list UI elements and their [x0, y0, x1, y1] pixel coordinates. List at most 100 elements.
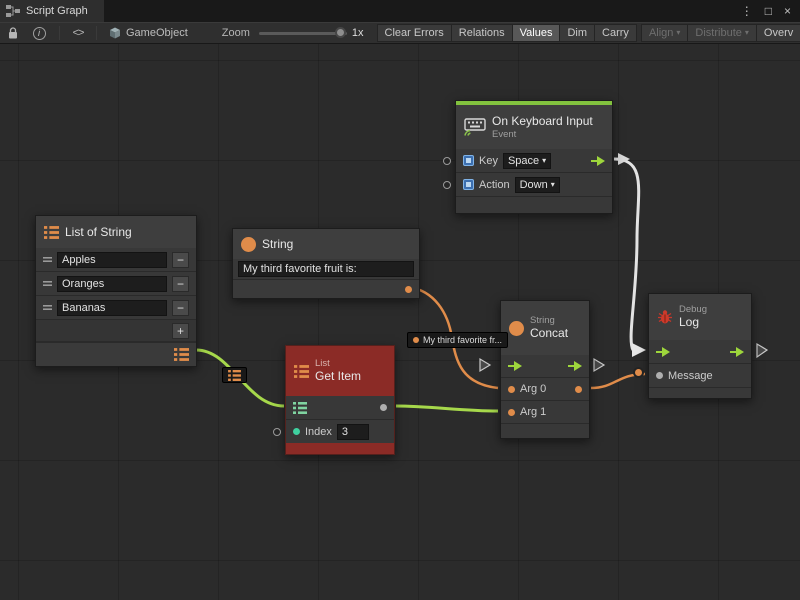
- message-input-port[interactable]: [656, 372, 663, 379]
- index-type-dot: [293, 428, 300, 435]
- values-label: Values: [520, 27, 553, 39]
- graph-canvas[interactable]: My third favorite fr... List of String A…: [0, 44, 800, 600]
- error-strip: [286, 443, 394, 454]
- target-object-field[interactable]: GameObject: [109, 27, 188, 39]
- getitem-node-header[interactable]: List Get Item: [286, 346, 394, 396]
- log-flow-out-indicator: [757, 344, 767, 357]
- node-log[interactable]: Debug Log Message: [648, 293, 752, 399]
- clear-errors-button[interactable]: Clear Errors: [377, 24, 452, 42]
- key-dropdown-value: Space: [508, 155, 539, 167]
- drag-handle-icon[interactable]: [43, 304, 52, 311]
- index-row: Index 3: [286, 420, 394, 443]
- list-input-port[interactable]: [293, 402, 307, 414]
- string-type-dot: [413, 337, 419, 343]
- message-row: Message: [649, 364, 751, 387]
- flow-output-port[interactable]: [591, 156, 605, 166]
- chevron-down-icon: ▾: [542, 157, 546, 165]
- arg1-row: Arg 1: [501, 401, 589, 423]
- node-get-item[interactable]: List Get Item Index 3: [285, 345, 395, 455]
- keyboard-icon: [464, 118, 486, 136]
- node-category: Debug: [679, 304, 707, 316]
- list-output-port[interactable]: [174, 348, 189, 361]
- wire-keyboard-to-log[interactable]: [614, 159, 639, 350]
- maximize-icon[interactable]: □: [765, 5, 772, 17]
- flow-input-port[interactable]: [656, 347, 670, 357]
- remove-item-button[interactable]: −: [172, 276, 189, 292]
- string-node-header[interactable]: String: [233, 229, 419, 259]
- add-item-button[interactable]: +: [172, 323, 189, 339]
- action-dropdown[interactable]: Down ▾: [515, 177, 560, 193]
- drag-handle-icon[interactable]: [43, 280, 52, 287]
- node-title: Concat: [530, 326, 568, 341]
- titlebar-drag-area[interactable]: [104, 0, 741, 22]
- distribute-dropdown[interactable]: Distribute ▾: [687, 24, 756, 42]
- arg1-input-port[interactable]: [508, 409, 515, 416]
- string-value-input[interactable]: My third favorite fruit is:: [238, 261, 414, 277]
- index-label: Index: [305, 426, 332, 438]
- key-dropdown[interactable]: Space ▾: [503, 153, 551, 169]
- list-icon: [44, 226, 59, 239]
- zoom-slider[interactable]: [259, 23, 347, 43]
- window-menu-icon[interactable]: ⋮: [741, 5, 753, 17]
- action-input-port[interactable]: [443, 181, 451, 189]
- info-icon: i: [33, 27, 46, 40]
- concat-node-header[interactable]: String Concat: [501, 301, 589, 355]
- key-input-port[interactable]: [443, 157, 451, 165]
- wire-value-chip-string: My third favorite fr...: [407, 332, 508, 348]
- carry-toggle[interactable]: Carry: [594, 24, 637, 42]
- values-toggle[interactable]: Values: [512, 24, 561, 42]
- node-category: List: [315, 358, 361, 370]
- list-item-input[interactable]: Oranges: [57, 276, 167, 292]
- arg0-input-port[interactable]: [508, 386, 515, 393]
- zoom-slider-track[interactable]: [259, 32, 347, 35]
- arg0-label: Arg 0: [520, 383, 546, 395]
- action-row: Action Down ▾: [456, 173, 612, 196]
- tab-script-graph[interactable]: Script Graph: [0, 0, 104, 22]
- overview-label: Overv: [764, 27, 793, 39]
- keyboard-node-header[interactable]: On Keyboard Input Event: [456, 105, 612, 149]
- node-title: String: [262, 237, 293, 251]
- node-title: Log: [679, 315, 707, 330]
- relations-toggle[interactable]: Relations: [451, 24, 513, 42]
- log-node-header[interactable]: Debug Log: [649, 294, 751, 340]
- graph-toolbar: i <> GameObject Zoom 1x Clear Errors Rel…: [0, 22, 800, 44]
- key-row: Key Space ▾: [456, 149, 612, 172]
- overview-button[interactable]: Overv: [756, 24, 800, 42]
- node-string-literal[interactable]: String My third favorite fruit is:: [232, 228, 420, 299]
- lock-button[interactable]: [3, 23, 23, 43]
- toolbar-separator: [96, 26, 97, 40]
- node-title: Get Item: [315, 369, 361, 384]
- close-icon[interactable]: ×: [784, 5, 791, 17]
- remove-item-button[interactable]: −: [172, 300, 189, 316]
- empty-row: [649, 388, 751, 398]
- edit-code-button[interactable]: <>: [68, 23, 88, 43]
- remove-item-button[interactable]: −: [172, 252, 189, 268]
- wire-getitem-to-concat-arg1[interactable]: [396, 406, 498, 411]
- node-concat[interactable]: String Concat Arg 0: [500, 300, 590, 439]
- flow-input-port[interactable]: [508, 361, 522, 371]
- list-item-input[interactable]: Bananas: [57, 300, 167, 316]
- string-output-port[interactable]: [405, 286, 412, 293]
- align-dropdown[interactable]: Align ▾: [641, 24, 688, 42]
- inspect-button[interactable]: i: [29, 23, 49, 43]
- zoom-slider-handle[interactable]: [335, 27, 346, 38]
- wire-value-dot-concat-result: [633, 367, 644, 378]
- key-label: Key: [479, 155, 498, 167]
- dim-label: Dim: [567, 27, 587, 39]
- flow-output-port[interactable]: [730, 347, 744, 357]
- titlebar: Script Graph ⋮ □ ×: [0, 0, 800, 22]
- node-list-of-string[interactable]: List of String Apples − Oranges − Banana…: [35, 215, 197, 367]
- toolbar-toggle-group: Clear Errors Relations Values Dim Carry: [378, 24, 637, 42]
- flow-output-port[interactable]: [568, 361, 582, 371]
- result-output-port[interactable]: [575, 386, 582, 393]
- drag-handle-icon[interactable]: [43, 256, 52, 263]
- node-on-keyboard-input[interactable]: On Keyboard Input Event Key Space ▾: [455, 100, 613, 214]
- toolbar-arrange-group: Align ▾ Distribute ▾ Overv: [642, 24, 800, 42]
- action-enum-icon: [463, 179, 474, 190]
- list-item-input[interactable]: Apples: [57, 252, 167, 268]
- index-input[interactable]: 3: [337, 424, 369, 440]
- list-node-header[interactable]: List of String: [36, 216, 196, 248]
- dim-toggle[interactable]: Dim: [559, 24, 595, 42]
- index-input-port[interactable]: [273, 428, 281, 436]
- item-output-port[interactable]: [380, 404, 387, 411]
